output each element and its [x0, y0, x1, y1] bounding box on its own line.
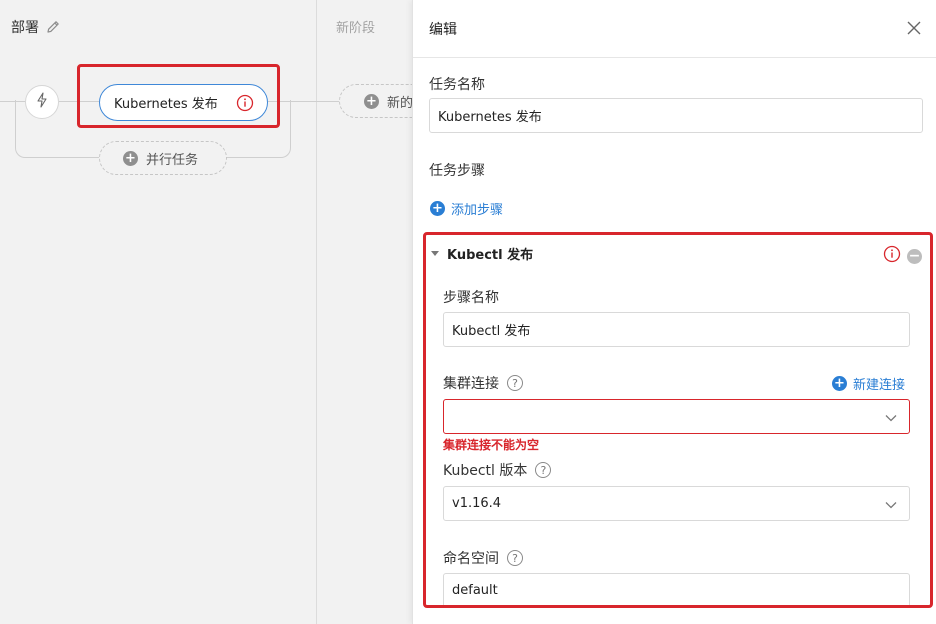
pipeline-canvas: 部署 新阶段 Kubernetes 发布 + 并行任务 + 新的	[0, 0, 459, 624]
add-parallel-task-button[interactable]: + 并行任务	[99, 141, 227, 175]
parallel-task-label: 并行任务	[146, 152, 199, 168]
plus-circle-icon: +	[832, 376, 847, 391]
task-steps-label: 任务步骤	[429, 163, 485, 179]
add-step-label: 添加步骤	[451, 203, 504, 218]
caret-down-icon	[431, 251, 439, 256]
step-title: Kubectl 发布	[447, 248, 534, 263]
edit-drawer: 编辑 任务名称 Kubernetes 发布 任务步骤 + 添加步骤 Kubect…	[412, 0, 936, 624]
close-icon[interactable]	[904, 18, 924, 38]
plus-circle-icon: +	[430, 201, 445, 216]
namespace-input[interactable]: default	[443, 573, 910, 608]
help-icon[interactable]: ?	[535, 462, 552, 478]
cluster-connection-text: 集群连接	[443, 376, 499, 392]
kubectl-version-select[interactable]: v1.16.4	[443, 486, 910, 521]
step-name-input[interactable]: Kubectl 发布	[443, 312, 910, 347]
kubectl-version-value: v1.16.4	[452, 496, 502, 511]
add-step-button[interactable]: + 添加步骤	[430, 199, 503, 218]
cluster-connection-error: 集群连接不能为空	[443, 438, 540, 452]
new-connection-button[interactable]: + 新建连接	[832, 374, 905, 393]
lightning-icon	[35, 92, 49, 112]
stage-deploy-header: 部署	[11, 17, 61, 37]
plus-circle-icon: +	[123, 150, 138, 166]
chevron-down-icon	[885, 498, 897, 513]
task-name-label: 任务名称	[429, 77, 485, 93]
stage-new-title[interactable]: 新阶段	[336, 17, 375, 36]
stage-deploy-title: 部署	[11, 20, 39, 36]
new-task-label: 新的	[387, 95, 414, 111]
trigger-node[interactable]	[25, 85, 59, 119]
new-connection-label: 新建连接	[853, 378, 906, 393]
step-name-label: 步骤名称	[443, 290, 499, 306]
help-icon[interactable]: ?	[507, 550, 523, 566]
chevron-down-icon	[885, 411, 897, 426]
stage-divider	[316, 0, 317, 624]
kubectl-version-label: Kubectl 版本 ?	[443, 460, 552, 480]
task-node-label: Kubernetes 发布	[114, 97, 218, 112]
namespace-label: 命名空间 ?	[443, 548, 523, 568]
plus-circle-icon: +	[364, 93, 379, 109]
cluster-connection-select[interactable]	[443, 399, 910, 434]
error-info-icon	[883, 245, 901, 267]
help-icon[interactable]: ?	[507, 375, 523, 391]
drawer-title: 编辑	[429, 22, 457, 38]
cluster-connection-label: 集群连接 ?	[443, 373, 523, 393]
pencil-icon[interactable]	[45, 19, 61, 35]
step-header[interactable]: Kubectl 发布	[431, 244, 533, 263]
remove-step-icon[interactable]: −	[907, 248, 922, 264]
namespace-text: 命名空间	[443, 551, 499, 567]
drawer-header: 编辑	[413, 0, 936, 58]
task-node-kubernetes[interactable]: Kubernetes 发布	[99, 84, 268, 121]
step-actions: −	[883, 245, 922, 267]
task-name-input[interactable]: Kubernetes 发布	[429, 98, 923, 133]
error-info-icon	[236, 94, 254, 116]
kubectl-version-text: Kubectl 版本	[443, 463, 528, 479]
